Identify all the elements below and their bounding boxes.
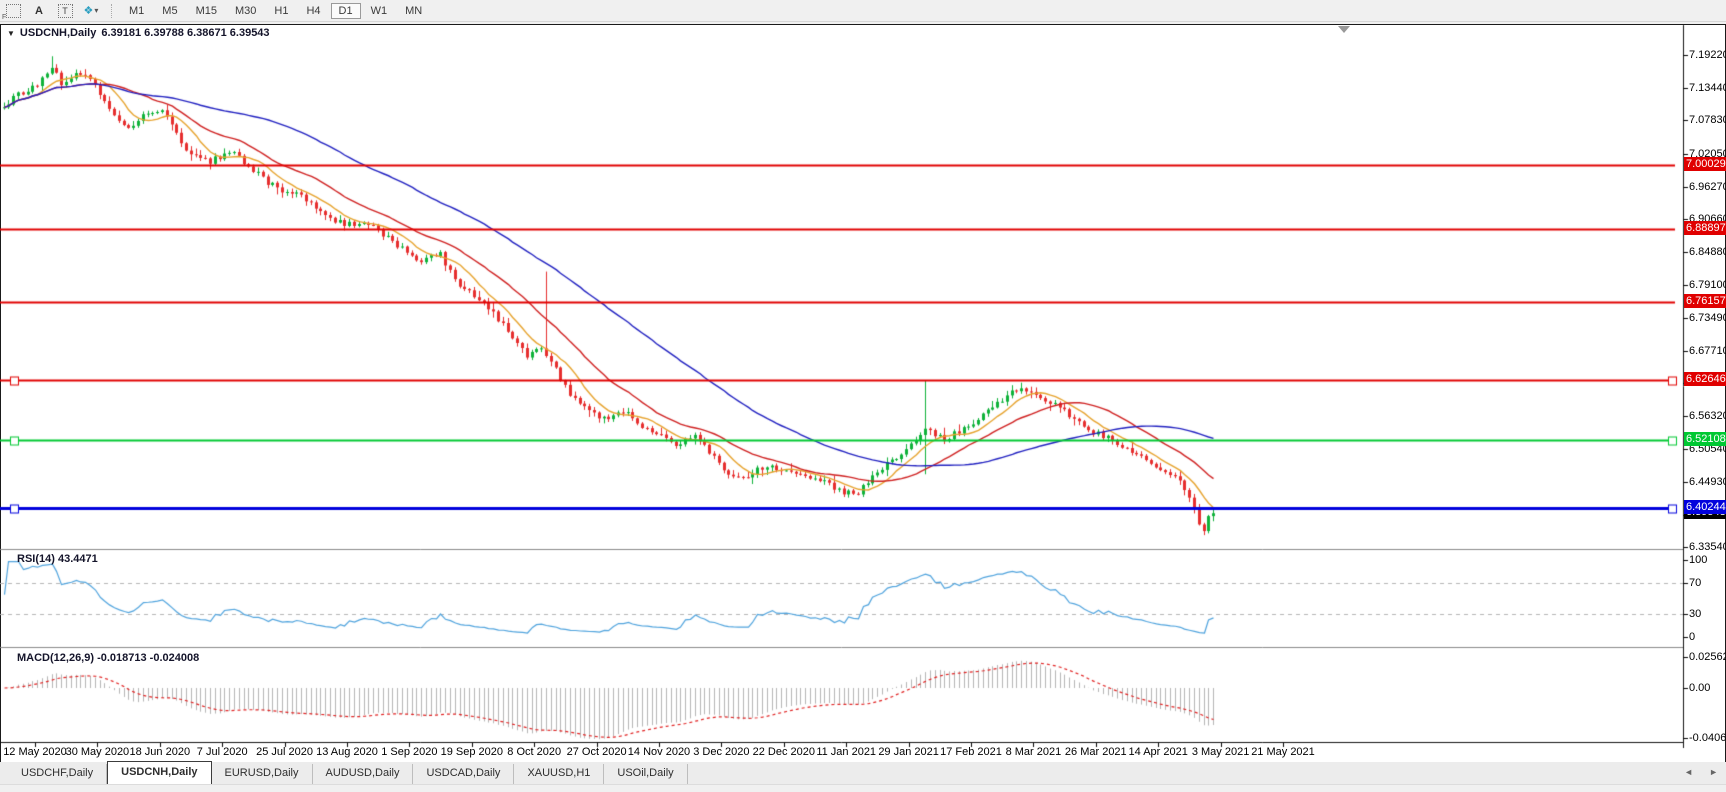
date-tick-label: 1 Sep 2020: [374, 746, 444, 758]
timeframe-button-m5[interactable]: M5: [154, 3, 185, 19]
text-box-icon[interactable]: T: [55, 3, 75, 19]
chart-tab-usdcnh[interactable]: USDCNH,Daily: [107, 761, 211, 784]
rsi-indicator-label: RSI(14) 43.4471: [17, 553, 98, 565]
objects-dropdown-caret[interactable]: ▾: [94, 6, 98, 15]
date-tick-label: 3 Dec 2020: [686, 746, 756, 758]
chart-tab-audusd[interactable]: AUDUSD,Daily: [313, 764, 414, 784]
toolbar-separator: [111, 4, 113, 18]
date-tick-label: 27 Oct 2020: [562, 746, 632, 758]
arrow-objects-icon[interactable]: ❖ ▾: [81, 3, 101, 19]
date-tick-label: 14 Apr 2021: [1123, 746, 1193, 758]
timeframe-button-mn[interactable]: MN: [397, 3, 430, 19]
price-tick-label: 6.73490: [1689, 311, 1726, 325]
price-tick-label: 6.56320: [1689, 409, 1726, 423]
date-tick-label: 14 Nov 2020: [624, 746, 694, 758]
timeframe-button-w1[interactable]: W1: [363, 3, 396, 19]
hline-price-label: 6.62646: [1684, 372, 1726, 386]
rsi-tick-label: 30: [1689, 607, 1726, 621]
date-tick-label: 21 May 2021: [1248, 746, 1318, 758]
chart-tab-usoil[interactable]: USOil,Daily: [604, 764, 687, 784]
hline-price-label: 7.00029: [1684, 157, 1726, 171]
chart-shift-marker: [1338, 26, 1350, 33]
chart-grid-icon-f: F: [2, 14, 6, 21]
macd-tick-label: 0.00: [1689, 681, 1726, 695]
price-tick-label: 6.79100: [1689, 278, 1726, 292]
date-tick-label: 30 May 2020: [62, 746, 132, 758]
chart-tabs-bar: USDCHF,DailyUSDCNH,DailyEURUSD,DailyAUDU…: [0, 762, 1726, 785]
rsi-tick-label: 0: [1689, 630, 1726, 644]
price-tick-label: 6.84880: [1689, 245, 1726, 259]
mt4-terminal: F A T ❖ ▾ M1M5M15M30H1H4D1W1MN ▼ USDCNH,…: [0, 0, 1726, 792]
timeframe-button-d1[interactable]: D1: [331, 3, 361, 19]
tab-scroll-left-icon[interactable]: ◄: [1684, 767, 1693, 777]
price-tick-label: 6.67710: [1689, 344, 1726, 358]
timeframe-button-h4[interactable]: H4: [298, 3, 328, 19]
chart-grid-icon[interactable]: F: [3, 3, 23, 19]
rsi-tick-label: 70: [1689, 576, 1726, 590]
top-toolbar: F A T ❖ ▾ M1M5M15M30H1H4D1W1MN: [0, 0, 1726, 22]
price-tick-label: 7.19220: [1689, 48, 1726, 62]
date-tick-label: 11 Jan 2021: [811, 746, 881, 758]
rsi-tick-label: 100: [1689, 553, 1726, 567]
chart-tab-xauusd[interactable]: XAUUSD,H1: [514, 764, 604, 784]
date-tick-label: 26 Mar 2021: [1061, 746, 1131, 758]
tab-scroll-controls: ◄ ►: [1684, 767, 1718, 777]
timeframe-button-m30[interactable]: M30: [227, 3, 264, 19]
date-tick-label: 19 Sep 2020: [437, 746, 507, 758]
tab-scroll-right-icon[interactable]: ►: [1709, 767, 1718, 777]
ohlc-values: 6.39181 6.39788 6.38671 6.39543: [101, 27, 269, 39]
price-tick-label: 6.33540: [1689, 540, 1726, 554]
text-annotation-icon[interactable]: A: [29, 3, 49, 19]
timeframe-button-h1[interactable]: H1: [266, 3, 296, 19]
chart-tab-eurusd[interactable]: EURUSD,Daily: [212, 764, 313, 784]
date-tick-label: 8 Mar 2021: [998, 746, 1068, 758]
timeframe-button-m1[interactable]: M1: [121, 3, 152, 19]
chart-grid-icon-glyph: [6, 4, 21, 18]
macd-indicator-label: MACD(12,26,9) -0.018713 -0.024008: [17, 652, 199, 664]
symbol-period-label: USDCNH,Daily: [20, 27, 96, 39]
hline-price-label: 6.88897: [1684, 221, 1726, 235]
macd-tick-label: 0.025623: [1689, 650, 1726, 664]
hline-price-label: 6.40244: [1684, 500, 1726, 514]
macd-tick-label: -0.040687: [1689, 731, 1726, 745]
chart-tab-usdchf[interactable]: USDCHF,Daily: [8, 764, 107, 784]
price-tick-label: 6.44930: [1689, 475, 1726, 489]
date-tick-label: 3 May 2021: [1186, 746, 1256, 758]
price-tick-label: 6.96270: [1689, 180, 1726, 194]
date-tick-label: 29 Jan 2021: [874, 746, 944, 758]
price-tick-label: 7.13440: [1689, 81, 1726, 95]
date-tick-label: 22 Dec 2020: [749, 746, 819, 758]
chart-window[interactable]: [0, 24, 1726, 763]
status-strip: [0, 785, 1726, 792]
date-tick-label: 12 May 2020: [0, 746, 70, 758]
price-tick-label: 7.07830: [1689, 113, 1726, 127]
date-tick-label: 7 Jul 2020: [187, 746, 257, 758]
chart-tab-usdcad[interactable]: USDCAD,Daily: [413, 764, 514, 784]
date-tick-label: 25 Jul 2020: [250, 746, 320, 758]
timeframe-button-m15[interactable]: M15: [188, 3, 225, 19]
date-tick-label: 17 Feb 2021: [936, 746, 1006, 758]
symbol-dropdown-arrow[interactable]: ▼: [7, 29, 15, 38]
hline-price-label: 6.52108: [1684, 432, 1726, 446]
date-tick-label: 18 Jun 2020: [125, 746, 195, 758]
date-tick-label: 13 Aug 2020: [312, 746, 382, 758]
hline-price-label: 6.76157: [1684, 294, 1726, 308]
date-tick-label: 8 Oct 2020: [499, 746, 569, 758]
chart-title: ▼ USDCNH,Daily 6.39181 6.39788 6.38671 6…: [7, 27, 270, 39]
timeframe-toolbar: M1M5M15M30H1H4D1W1MN: [120, 0, 431, 21]
